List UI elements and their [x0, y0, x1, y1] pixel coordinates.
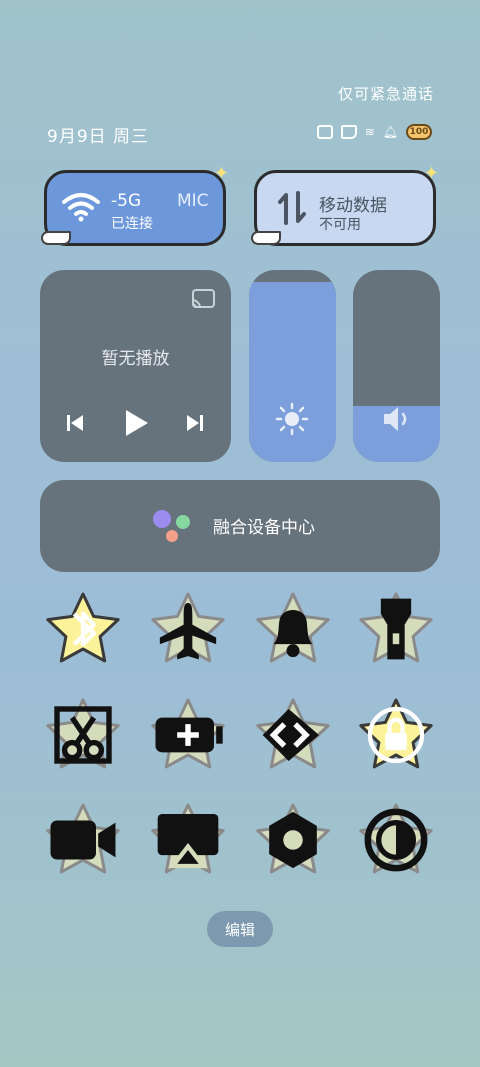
toggle-bluetooth-button[interactable]	[44, 590, 122, 668]
wing-decoration	[251, 231, 281, 245]
speaker-icon	[384, 407, 407, 431]
mobile-data-tile[interactable]: 移动数据 不可用 ✦	[251, 163, 439, 246]
data-transfer-icon	[278, 191, 306, 225]
wifi-status: 已连接	[111, 216, 153, 232]
toggle-rotation-lock-button[interactable]	[357, 696, 435, 774]
signal-icon	[340, 125, 357, 139]
sun-icon	[275, 402, 309, 436]
media-status: 暂无播放	[101, 349, 170, 369]
wing-decoration	[41, 231, 71, 245]
date-label: 9月9日 周三	[47, 127, 150, 147]
previous-icon[interactable]	[65, 413, 85, 433]
toggle-settings-button[interactable]	[254, 801, 332, 879]
toggle-flashlight-button[interactable]	[357, 590, 435, 668]
wifi-status-icon: ≋	[364, 125, 375, 139]
screen-cast-icon	[149, 801, 227, 879]
wifi-icon	[62, 193, 100, 222]
nfc-icon	[316, 125, 333, 139]
mobile-data-label: 移动数据	[319, 196, 387, 216]
video-icon	[44, 801, 122, 879]
rotation-lock-icon	[357, 696, 435, 774]
emergency-call-note: 仅可紧急通话	[337, 85, 434, 103]
toggle-share-button[interactable]	[254, 696, 332, 774]
toggle-video-button[interactable]	[44, 801, 122, 879]
screenshot-icon	[44, 696, 122, 774]
sparkle-icon: ✦	[423, 163, 439, 184]
toggle-battery-saver-button[interactable]	[149, 696, 227, 774]
media-player-panel: 暂无播放	[40, 270, 231, 462]
battery-icon: 100	[406, 124, 432, 140]
volume-slider[interactable]	[353, 270, 440, 462]
flashlight-icon	[357, 590, 435, 668]
airplane-icon	[149, 590, 227, 668]
status-icons: ≋ 🔔︎ 100	[316, 124, 432, 140]
toggle-screenshot-button[interactable]	[44, 696, 122, 774]
cast-icon[interactable]	[190, 288, 216, 310]
toggle-dark-mode-button[interactable]	[357, 801, 435, 879]
device-hub-icon	[153, 510, 190, 542]
dark-mode-icon	[357, 801, 435, 879]
wifi-tile[interactable]: -5G MIC 已连接 ✦	[41, 163, 229, 246]
sparkle-icon: ✦	[213, 163, 229, 184]
wifi-name: -5G	[111, 191, 142, 211]
settings-icon	[254, 801, 332, 879]
bluetooth-icon	[44, 590, 122, 668]
share-icon	[254, 696, 332, 774]
toggle-bell-button[interactable]	[254, 590, 332, 668]
toggle-screen-cast-button[interactable]	[149, 801, 227, 879]
brightness-slider[interactable]	[249, 270, 336, 462]
bell-icon	[254, 590, 332, 668]
device-hub-label: 融合设备中心	[213, 518, 315, 538]
alarm-icon: 🔔︎	[382, 125, 398, 139]
edit-button[interactable]: 编辑	[207, 911, 273, 947]
device-hub-button[interactable]: 融合设备中心	[40, 480, 440, 572]
mobile-data-status: 不可用	[319, 217, 361, 233]
toggle-airplane-button[interactable]	[149, 590, 227, 668]
play-icon[interactable]	[122, 408, 150, 438]
wifi-name-extra: MIC	[177, 191, 209, 211]
battery-saver-icon	[149, 696, 227, 774]
next-icon[interactable]	[185, 413, 205, 433]
